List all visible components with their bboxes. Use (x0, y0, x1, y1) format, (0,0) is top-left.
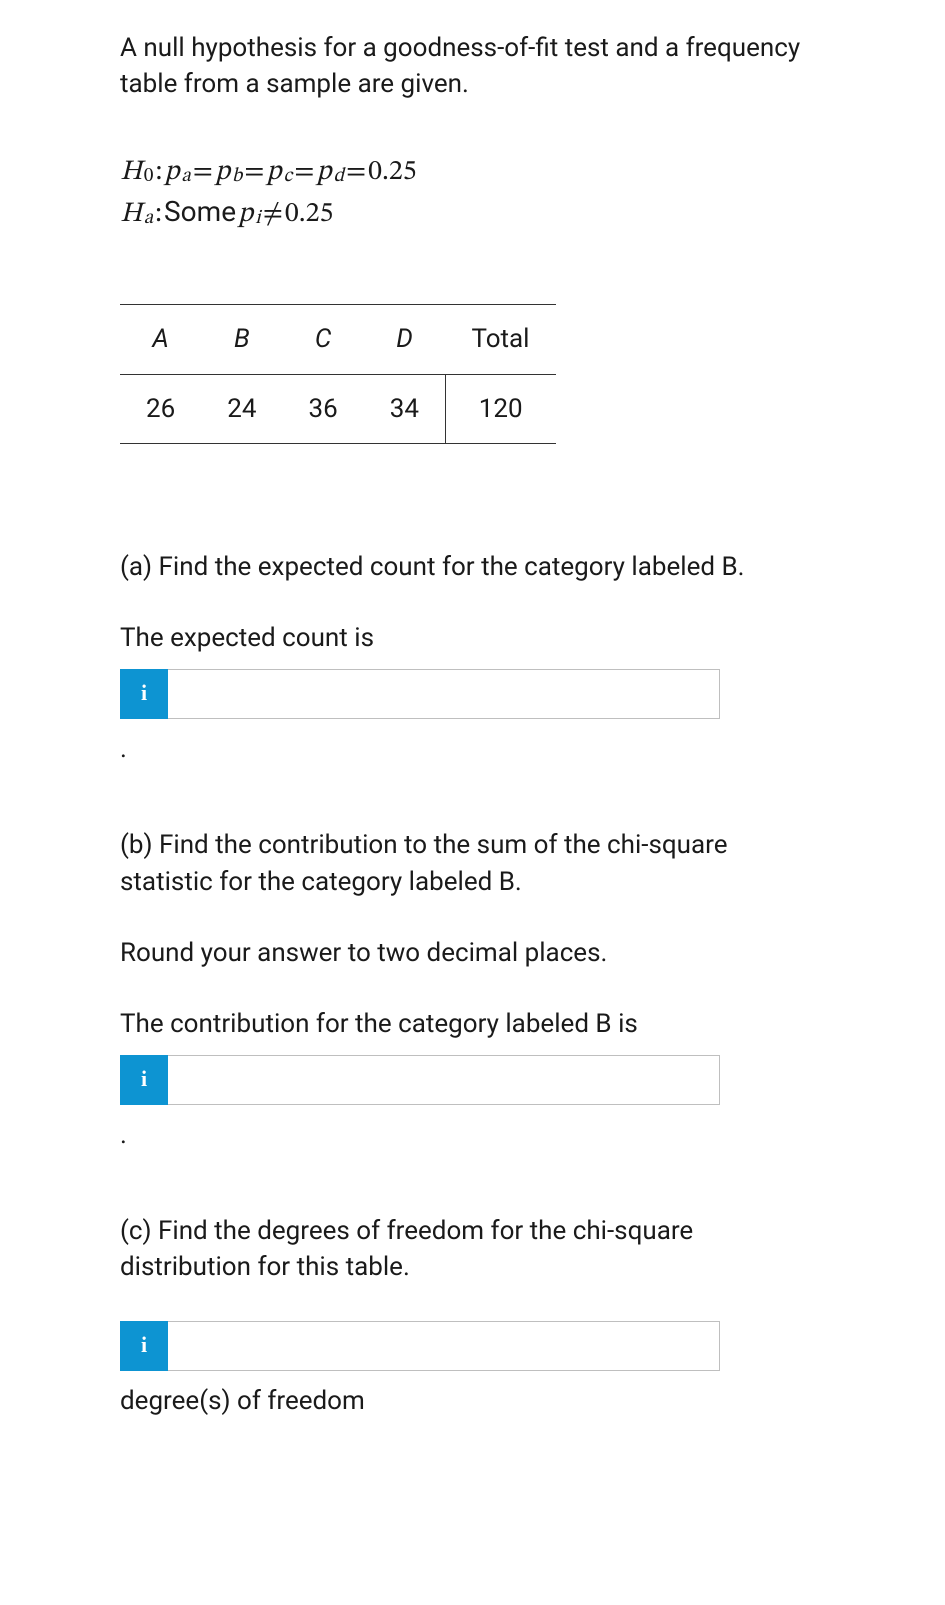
neq: ≠ (263, 195, 283, 234)
eq4: = (346, 153, 366, 192)
ha-text: Some (164, 192, 236, 231)
sub-b: b (232, 163, 242, 190)
part-b: (b) Find the contribution to the sum of … (120, 827, 825, 1153)
eq1: = (193, 153, 213, 192)
cell-b: 24 (201, 374, 282, 443)
p-d: p (316, 153, 331, 192)
cell-c: 36 (282, 374, 363, 443)
part-b-label: The contribution for the category labele… (120, 1006, 825, 1042)
cell-total: 120 (445, 374, 555, 443)
p-c: p (266, 153, 281, 192)
h0-symbol: H (120, 153, 142, 192)
cell-a: 26 (120, 374, 201, 443)
cell-d: 34 (364, 374, 446, 443)
period-b: . (120, 1117, 825, 1153)
col-c-header: C (282, 305, 363, 374)
hypotheses-block: H0 : pa = pb = pc = pd = 0.25 Ha : Some … (120, 153, 825, 234)
info-icon[interactable]: i (120, 1321, 168, 1371)
alt-hypothesis: Ha : Some pi ≠ 0.25 (120, 192, 825, 234)
eq2: = (244, 153, 264, 192)
part-a-answer-input[interactable] (168, 669, 720, 719)
p-a: p (164, 153, 179, 192)
col-a-header: A (120, 305, 201, 374)
sub-c: c (283, 163, 292, 190)
question-content: A null hypothesis for a goodness-of-fit … (20, 30, 925, 1419)
col-d-header: D (364, 305, 446, 374)
p-b: p (215, 153, 230, 192)
null-hypothesis: H0 : pa = pb = pc = pd = 0.25 (120, 153, 825, 192)
part-b-round: Round your answer to two decimal places. (120, 935, 825, 971)
ha-symbol: H (120, 195, 142, 234)
table-data-row: 26 24 36 34 120 (120, 374, 556, 443)
h0-sub: 0 (144, 163, 154, 190)
part-c: (c) Find the degrees of freedom for the … (120, 1213, 825, 1419)
pi-p: p (238, 195, 253, 234)
frequency-table: A B C D Total 26 24 36 34 120 (120, 304, 556, 444)
eq3: = (294, 153, 314, 192)
h0-value: 0.25 (368, 153, 416, 192)
col-total-header: Total (445, 305, 555, 374)
intro-text: A null hypothesis for a goodness-of-fit … (120, 30, 825, 103)
col-b-header: B (201, 305, 282, 374)
part-a-input-group: i (120, 669, 720, 719)
period-a: . (120, 731, 825, 767)
part-b-input-group: i (120, 1055, 720, 1105)
colon: : (155, 153, 162, 192)
part-a-prompt: (a) Find the expected count for the cate… (120, 549, 825, 585)
part-b-answer-input[interactable] (168, 1055, 720, 1105)
sub-a: a (181, 163, 190, 190)
table-header-row: A B C D Total (120, 305, 556, 374)
part-c-answer-input[interactable] (168, 1321, 720, 1371)
part-b-prompt: (b) Find the contribution to the sum of … (120, 827, 825, 900)
info-icon[interactable]: i (120, 1055, 168, 1105)
neq-value: 0.25 (285, 195, 333, 234)
part-c-input-group: i (120, 1321, 720, 1371)
part-c-unit: degree(s) of freedom (120, 1383, 825, 1419)
sub-d: d (333, 163, 344, 190)
part-c-prompt: (c) Find the degrees of freedom for the … (120, 1213, 825, 1286)
part-a-label: The expected count is (120, 620, 825, 656)
ha-sub: a (144, 205, 153, 232)
part-a: (a) Find the expected count for the cate… (120, 549, 825, 767)
colon-a: : (155, 195, 162, 234)
info-icon[interactable]: i (120, 669, 168, 719)
pi-sub: i (255, 205, 261, 232)
